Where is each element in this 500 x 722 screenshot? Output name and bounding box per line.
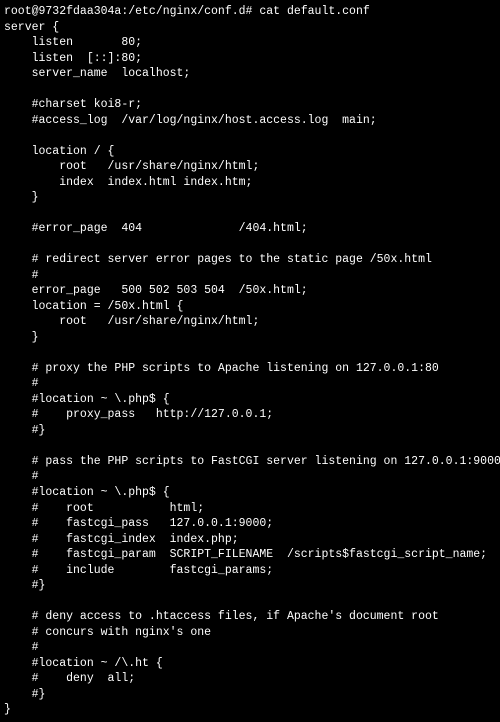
file-line: server { [4, 21, 59, 34]
file-line: } [4, 331, 39, 344]
file-line: error_page 500 502 503 504 /50x.html; [4, 284, 308, 297]
file-line: #location ~ /\.ht { [4, 657, 163, 670]
file-line: location = /50x.html { [4, 300, 183, 313]
file-line: # fastcgi_param SCRIPT_FILENAME /scripts… [4, 548, 487, 561]
file-line: root /usr/share/nginx/html; [4, 315, 259, 328]
file-line: # [4, 470, 39, 483]
file-line: #error_page 404 /404.html; [4, 222, 308, 235]
file-line: #location ~ \.php$ { [4, 393, 170, 406]
file-line: location / { [4, 145, 114, 158]
file-line: #} [4, 579, 45, 592]
file-line: # proxy_pass http://127.0.0.1; [4, 408, 273, 421]
file-line: listen [::]:80; [4, 52, 142, 65]
file-line: # fastcgi_index index.php; [4, 533, 239, 546]
file-line: # concurs with nginx's one [4, 626, 211, 639]
file-line: # [4, 269, 39, 282]
file-line: #} [4, 688, 45, 701]
file-line: # pass the PHP scripts to FastCGI server… [4, 455, 500, 468]
file-line: # include fastcgi_params; [4, 564, 273, 577]
file-line: #location ~ \.php$ { [4, 486, 170, 499]
file-line: server_name localhost; [4, 67, 190, 80]
file-line: #charset koi8-r; [4, 98, 142, 111]
file-line: # fastcgi_pass 127.0.0.1:9000; [4, 517, 273, 530]
file-line: # [4, 377, 39, 390]
file-line: #access_log /var/log/nginx/host.access.l… [4, 114, 377, 127]
file-line: # root html; [4, 502, 204, 515]
file-line: } [4, 191, 39, 204]
shell-prompt: root@9732fdaa304a:/etc/nginx/conf.d# cat… [4, 5, 370, 18]
file-line: # redirect server error pages to the sta… [4, 253, 432, 266]
file-line: #} [4, 424, 45, 437]
file-line: } [4, 703, 11, 716]
file-line: # [4, 641, 39, 654]
file-line: listen 80; [4, 36, 142, 49]
terminal-output: root@9732fdaa304a:/etc/nginx/conf.d# cat… [4, 4, 496, 718]
file-line: # proxy the PHP scripts to Apache listen… [4, 362, 439, 375]
file-line: root /usr/share/nginx/html; [4, 160, 259, 173]
file-line: # deny all; [4, 672, 135, 685]
file-line: index index.html index.htm; [4, 176, 252, 189]
file-line: # deny access to .htaccess files, if Apa… [4, 610, 439, 623]
